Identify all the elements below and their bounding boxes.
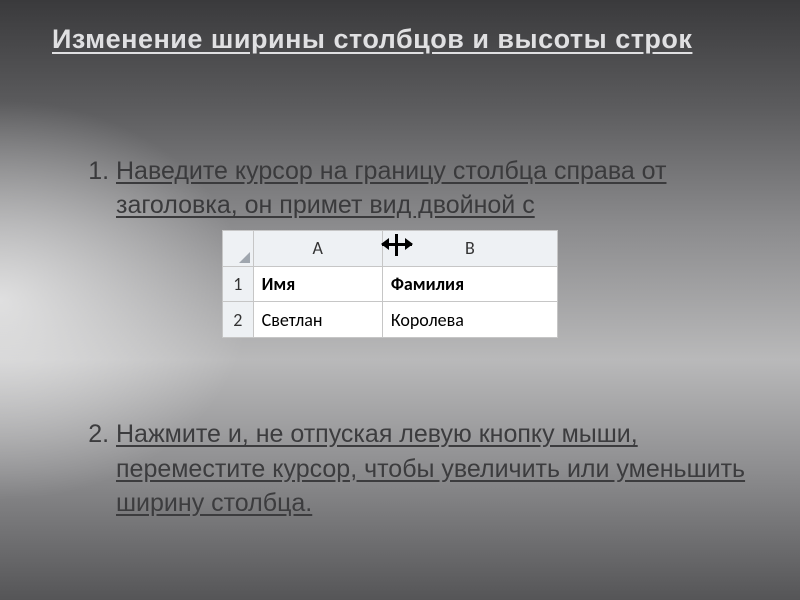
column-header-row: А B	[223, 231, 558, 267]
cell-b2: Королева	[382, 302, 557, 338]
cell-b1: Фамилия	[382, 266, 557, 302]
slide: Изменение ширины столбцов и высоты строк…	[0, 0, 800, 600]
select-all-corner	[223, 231, 254, 267]
cell-a1: Имя	[253, 266, 382, 302]
step-1: Наведите курсор на границу столбца справ…	[116, 155, 760, 223]
table-row: 1 Имя Фамилия	[223, 266, 558, 302]
spreadsheet-table: А B 1 Имя Фамилия 2 Светлан Королева	[222, 230, 558, 338]
col-header-a: А	[253, 231, 382, 267]
step-list-1: Наведите курсор на границу столбца справ…	[88, 155, 760, 223]
step-2: Нажмите и, не отпуская левую кнопку мыши…	[116, 417, 760, 521]
slide-title: Изменение ширины столбцов и высоты строк	[52, 24, 760, 55]
excel-screenshot: А B 1 Имя Фамилия 2 Светлан Королева	[222, 230, 558, 338]
row-header-2: 2	[223, 302, 254, 338]
row-header-1: 1	[223, 266, 254, 302]
cell-a2: Светлан	[253, 302, 382, 338]
col-header-b: B	[382, 231, 557, 267]
table-row: 2 Светлан Королева	[223, 302, 558, 338]
step-list-2: Нажмите и, не отпуская левую кнопку мыши…	[88, 417, 760, 521]
